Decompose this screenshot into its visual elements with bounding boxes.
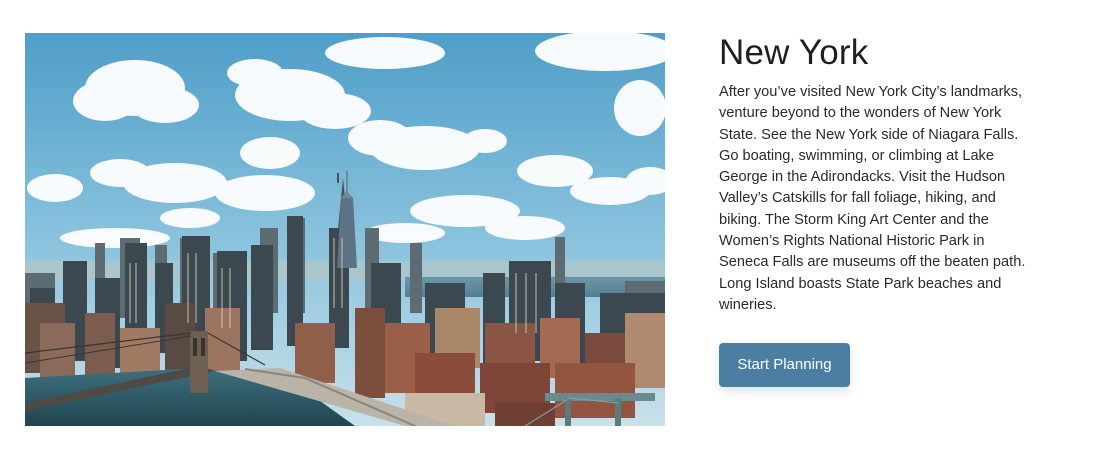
- start-planning-button[interactable]: Start Planning: [719, 343, 850, 387]
- destination-title: New York: [719, 33, 869, 72]
- destination-description: After you’ve visited New York City’s lan…: [719, 84, 1026, 313]
- destination-content: New York After you’ve visited New York C…: [719, 33, 1029, 316]
- destination-card: New York After you’ve visited New York C…: [0, 0, 1107, 465]
- skyline-illustration: [25, 33, 665, 426]
- city-skyline-image: [25, 33, 665, 426]
